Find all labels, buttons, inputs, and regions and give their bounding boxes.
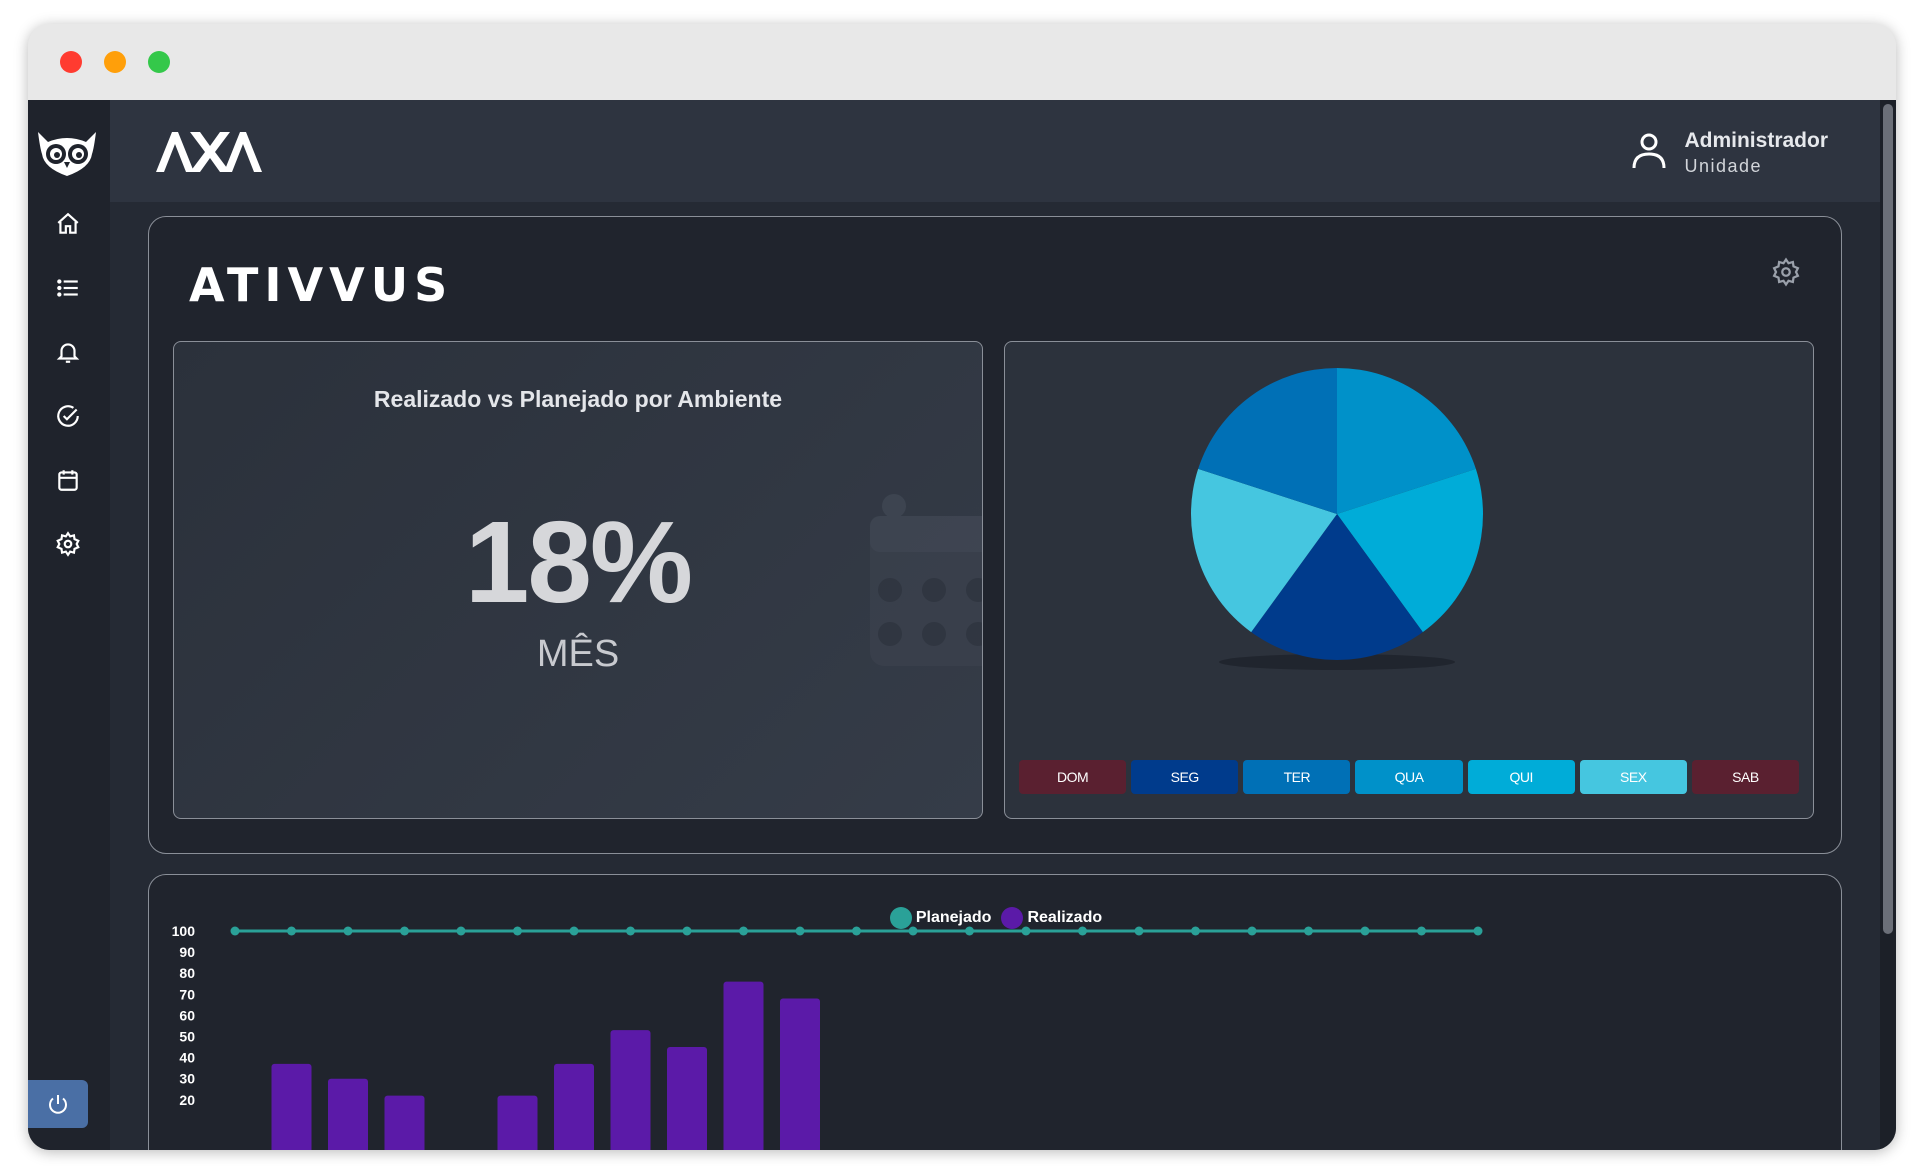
minimize-window-button[interactable] bbox=[104, 51, 126, 73]
bar-realizado[interactable] bbox=[497, 1095, 538, 1150]
point-planejado[interactable] bbox=[626, 926, 635, 936]
bar-line-chart: 100 90 80 70 60 50 40 30 20 bbox=[172, 923, 1483, 1150]
point-planejado[interactable] bbox=[569, 926, 579, 936]
window-titlebar bbox=[28, 24, 1896, 100]
sidebar-item-home[interactable] bbox=[50, 206, 86, 242]
sidebar-item-tasks[interactable] bbox=[50, 398, 86, 434]
point-planejado[interactable] bbox=[1473, 926, 1483, 936]
day-button-qui[interactable]: QUI bbox=[1467, 760, 1575, 794]
y-tick-label: 80 bbox=[179, 965, 195, 981]
maximize-window-button[interactable] bbox=[148, 51, 170, 73]
bar-realizado[interactable] bbox=[554, 1063, 594, 1150]
calendar-icon bbox=[58, 470, 78, 491]
kpi-unit: MÊS bbox=[536, 633, 620, 675]
panel-title: ATIVVUS bbox=[189, 258, 454, 312]
point-planejado[interactable] bbox=[1191, 926, 1200, 936]
point-planejado[interactable] bbox=[965, 926, 974, 936]
y-tick-label: 40 bbox=[179, 1050, 195, 1066]
bell-icon bbox=[56, 343, 80, 363]
logout-button[interactable] bbox=[28, 1080, 88, 1128]
axia-logo[interactable] bbox=[154, 128, 264, 176]
app-root: Administrador Unidade ATIVVUS Realizado … bbox=[28, 100, 1896, 1150]
sidebar-item-list[interactable] bbox=[50, 270, 86, 306]
point-planejado[interactable] bbox=[1021, 926, 1031, 936]
kpi-card: Realizado vs Planejado por Ambiente 18% … bbox=[173, 341, 983, 819]
bar-chart-panel: Planejado Realizado 100 90 80 70 60 50 40 30 20 bbox=[148, 874, 1842, 1150]
day-button-qua[interactable]: QUA bbox=[1355, 760, 1463, 794]
point-planejado[interactable] bbox=[795, 926, 805, 936]
point-planejado[interactable] bbox=[739, 926, 748, 936]
point-planejado[interactable] bbox=[343, 926, 353, 936]
check-circle-icon bbox=[57, 405, 79, 427]
point-planejado[interactable] bbox=[456, 926, 466, 936]
kpi-title: Realizado vs Planejado por Ambiente bbox=[373, 386, 783, 412]
scrollbar-thumb[interactable] bbox=[1883, 104, 1893, 934]
close-window-button[interactable] bbox=[60, 51, 82, 73]
point-planejado[interactable] bbox=[1360, 926, 1370, 936]
bar-realizado[interactable] bbox=[723, 981, 764, 1150]
point-planejado[interactable] bbox=[1417, 926, 1426, 936]
y-tick-label: 70 bbox=[179, 986, 195, 1002]
day-button-dom[interactable]: DOM bbox=[1019, 760, 1127, 794]
point-planejado[interactable] bbox=[682, 926, 692, 936]
dashboard-panel: ATIVVUS Realizado vs Planejado por Ambie… bbox=[148, 216, 1842, 854]
list-icon bbox=[57, 279, 78, 297]
home-icon bbox=[57, 212, 79, 234]
point-planejado[interactable] bbox=[230, 926, 240, 936]
user-name: Administrador bbox=[1684, 129, 1828, 152]
bar-realizado[interactable] bbox=[384, 1095, 425, 1150]
day-filter: DOM SEG TER QUA QUI SEX SAB bbox=[1019, 760, 1799, 794]
bar-realizado[interactable] bbox=[271, 1063, 312, 1150]
user-menu[interactable]: Administrador Unidade bbox=[1630, 128, 1828, 178]
user-role: Unidade bbox=[1684, 156, 1763, 176]
app-window: Administrador Unidade ATIVVUS Realizado … bbox=[28, 24, 1896, 1150]
point-planejado[interactable] bbox=[1078, 926, 1087, 936]
bar-realizado[interactable] bbox=[780, 998, 820, 1150]
point-planejado[interactable] bbox=[852, 926, 861, 936]
y-tick-label: 60 bbox=[179, 1007, 195, 1023]
gear-icon bbox=[56, 531, 80, 557]
day-button-sex[interactable]: SEX bbox=[1579, 760, 1687, 794]
y-tick-label: 20 bbox=[179, 1092, 195, 1108]
power-icon bbox=[49, 1095, 67, 1114]
point-planejado[interactable] bbox=[1134, 926, 1144, 936]
point-planejado[interactable] bbox=[1304, 926, 1313, 936]
y-tick-label: 90 bbox=[179, 944, 195, 960]
point-planejado[interactable] bbox=[287, 926, 296, 936]
day-button-seg[interactable]: SEG bbox=[1131, 760, 1239, 794]
kpi-value: 18% bbox=[464, 497, 693, 627]
pie-chart bbox=[1191, 368, 1483, 670]
sidebar-item-settings[interactable] bbox=[50, 526, 86, 562]
sidebar bbox=[28, 100, 110, 1150]
day-button-ter[interactable]: TER bbox=[1243, 760, 1351, 794]
pie-card: DOM SEG TER QUA QUI SEX SAB bbox=[1004, 341, 1814, 819]
day-button-sab[interactable]: SAB bbox=[1691, 760, 1799, 794]
bar-realizado[interactable] bbox=[667, 1047, 707, 1150]
point-planejado[interactable] bbox=[513, 926, 522, 936]
y-tick-label: 50 bbox=[179, 1029, 195, 1045]
y-tick-label: 30 bbox=[179, 1071, 195, 1087]
bar-realizado[interactable] bbox=[610, 1030, 651, 1150]
point-planejado[interactable] bbox=[1247, 926, 1257, 936]
panel-settings-icon[interactable] bbox=[1771, 257, 1801, 287]
sidebar-item-calendar[interactable] bbox=[50, 462, 86, 498]
owl-logo-icon[interactable] bbox=[34, 122, 100, 178]
bar-realizado[interactable] bbox=[328, 1078, 368, 1150]
user-icon bbox=[1632, 133, 1666, 169]
main-content: ATIVVUS Realizado vs Planejado por Ambie… bbox=[110, 202, 1880, 1150]
topbar: Administrador Unidade bbox=[110, 100, 1880, 202]
point-planejado[interactable] bbox=[400, 926, 409, 936]
sidebar-item-notifications[interactable] bbox=[50, 334, 86, 370]
point-planejado[interactable] bbox=[908, 926, 918, 936]
y-tick-label: 100 bbox=[172, 923, 196, 939]
